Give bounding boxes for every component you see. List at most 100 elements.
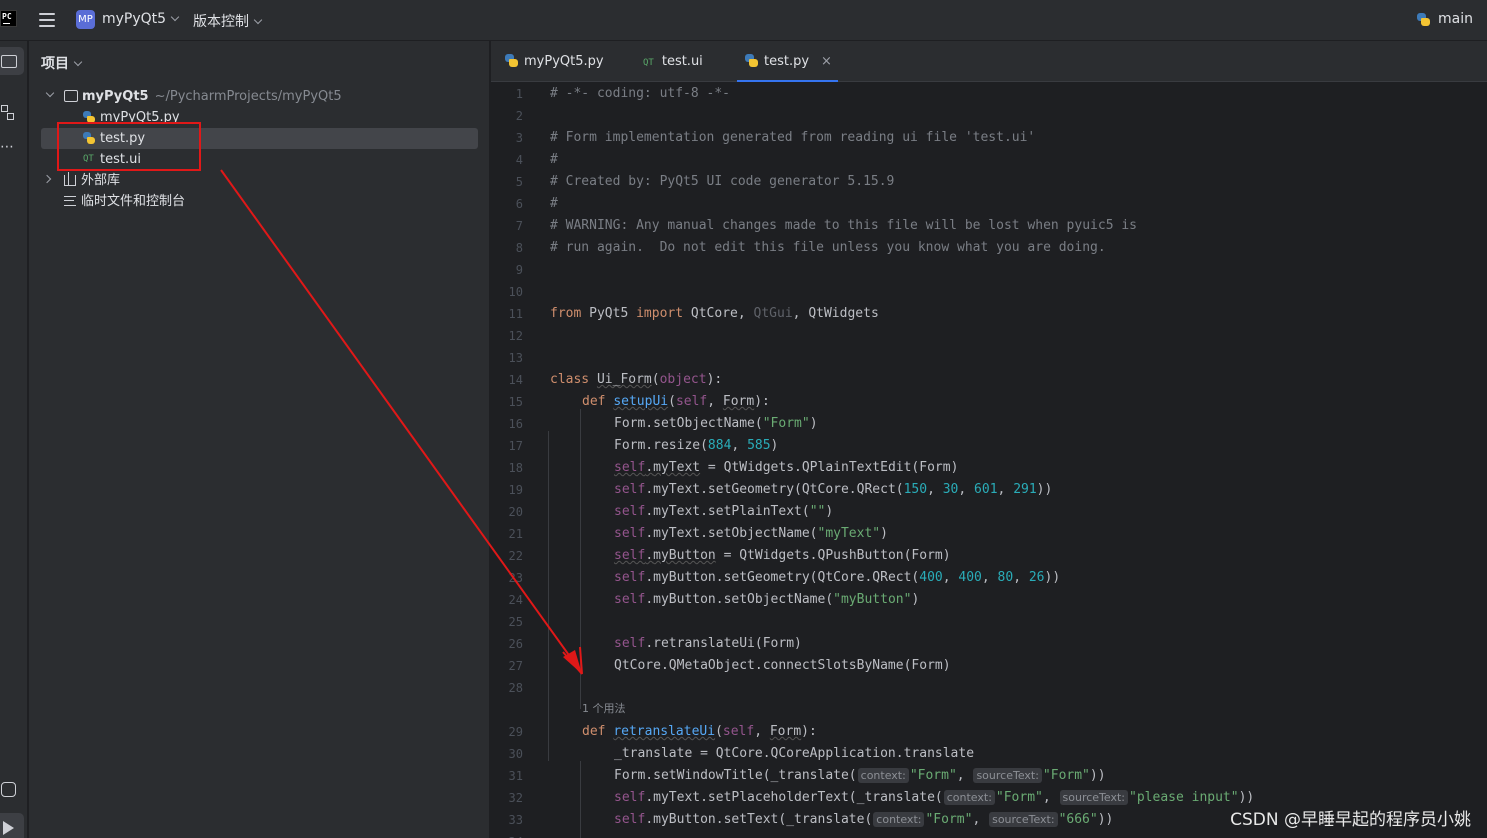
code-token: Form.resize( — [614, 438, 708, 453]
project-badge[interactable]: MP — [76, 10, 95, 29]
code-line-18[interactable]: self.myText = QtWidgets.QPlainTextEdit(F… — [614, 457, 958, 479]
python-console-icon[interactable] — [0, 776, 24, 804]
param-hint: context: — [943, 790, 995, 805]
string-literal: "666" — [1058, 812, 1098, 827]
project-switcher[interactable]: myPyQt5 — [102, 11, 180, 27]
string-literal: "Form" — [909, 768, 957, 783]
number-literal: 601 — [974, 482, 998, 497]
close-icon[interactable]: × — [821, 54, 832, 69]
code-token: , — [1042, 790, 1059, 805]
line-number: 22 — [508, 549, 523, 563]
code-line-1[interactable]: # -*- coding: utf-8 -*- — [550, 83, 730, 105]
tab-test-ui[interactable]: QT test.ui — [643, 41, 703, 82]
vcs-menu-label: 版本控制 — [193, 14, 249, 30]
line-number: 32 — [508, 791, 523, 805]
line-number: 8 — [515, 241, 523, 255]
code-line-4[interactable]: # — [550, 149, 558, 171]
run-icon[interactable] — [0, 813, 24, 838]
line-number: 24 — [508, 593, 523, 607]
code-line-8[interactable]: # run again. Do not edit this file unles… — [550, 237, 1106, 259]
line-number: 15 — [508, 395, 523, 409]
line-number: 30 — [508, 747, 523, 761]
code-line-16[interactable]: Form.setObjectName("Form") — [614, 413, 818, 435]
code-line-3[interactable]: # Form implementation generated from rea… — [550, 127, 1035, 149]
code-token: . — [645, 548, 654, 563]
code-line-23[interactable]: self.myButton.setGeometry(QtCore.QRect(4… — [614, 567, 1060, 589]
code-line-15[interactable]: def setupUi(self, Form): — [582, 391, 770, 413]
code-line-31[interactable]: Form.setWindowTitle(_translate(context: "… — [614, 765, 1106, 787]
number-literal: 150 — [903, 482, 928, 497]
line-number: 9 — [515, 263, 523, 277]
code-line-7[interactable]: # WARNING: Any manual changes made to th… — [550, 215, 1137, 237]
code-token: QtCore, — [683, 306, 754, 321]
project-folder-icon[interactable] — [0, 47, 24, 75]
self-keyword: self — [614, 790, 646, 805]
code-token: .retranslateUi(Form) — [645, 636, 802, 651]
code-token: PyQt5 — [581, 306, 637, 321]
more-icon[interactable]: ⋯ — [0, 139, 24, 167]
structure-icon[interactable] — [0, 99, 24, 127]
project-panel-title[interactable]: 项目 — [41, 53, 83, 73]
line-number: 6 — [515, 197, 523, 211]
main-menu-icon[interactable] — [39, 13, 55, 27]
tree-item-scratches[interactable]: 临时文件和控制台 — [41, 191, 478, 212]
self-keyword: self — [614, 570, 646, 585]
code-token: .myText.setObjectName( — [645, 526, 818, 541]
code-token: .myButton.setGeometry(QtCore.QRect( — [645, 570, 920, 585]
pycharm-logo-icon[interactable]: PC — [0, 10, 17, 27]
code-token: Form.setWindowTitle(_translate( — [614, 768, 857, 783]
code-line-24[interactable]: self.myButton.setObjectName("myButton") — [614, 589, 919, 611]
line-number: 13 — [508, 351, 523, 365]
string-literal: "Form" — [995, 790, 1043, 805]
tree-root-folder[interactable]: myPyQt5 ~/PycharmProjects/myPyQt5 — [41, 86, 478, 107]
code-line-32[interactable]: self.myText.setPlaceholderText(_translat… — [614, 787, 1254, 809]
code-line-26[interactable]: self.retranslateUi(Form) — [614, 633, 802, 655]
line-number: 34 — [509, 831, 523, 838]
tree-item-external-libraries[interactable]: 外部库 — [41, 170, 478, 191]
code-line-29[interactable]: def retranslateUi(self, Form): — [582, 721, 817, 743]
scratches-label: 临时文件和控制台 — [81, 194, 186, 209]
keyword: class — [550, 372, 590, 387]
qt-file-icon: QT — [643, 58, 654, 68]
usages-hint[interactable]: 1 个用法 — [582, 698, 626, 720]
self-keyword: self — [614, 592, 646, 607]
code-token: )) — [1036, 482, 1053, 497]
code-line-14[interactable]: class Ui_Form(object): — [550, 369, 722, 391]
param-hint: sourceText: — [989, 812, 1058, 827]
self-keyword: self — [675, 394, 708, 409]
line-number: 7 — [515, 219, 523, 233]
python-file-icon — [745, 54, 758, 67]
code-token: .myButton.setText(_translate( — [645, 812, 873, 827]
code-line-5[interactable]: # Created by: PyQt5 UI code generator 5.… — [550, 171, 894, 193]
self-keyword: self — [614, 482, 646, 497]
code-line-11[interactable]: from PyQt5 import QtCore, QtGui, QtWidge… — [550, 303, 879, 325]
code-token: )) — [1097, 812, 1114, 827]
self-keyword: self — [722, 724, 755, 739]
keyword: def — [582, 394, 606, 409]
indent-guide — [580, 761, 581, 838]
code-token: ) — [770, 438, 779, 453]
code-line-30[interactable]: _translate = QtCore.QCoreApplication.tra… — [614, 743, 974, 765]
chevron-down-icon[interactable] — [45, 88, 55, 98]
vcs-menu[interactable]: 版本控制 — [193, 11, 263, 31]
code-line-19[interactable]: self.myText.setGeometry(QtCore.QRect(150… — [614, 479, 1052, 501]
python-file-icon — [505, 54, 518, 67]
tab-mypyqt5-py[interactable]: myPyQt5.py — [505, 41, 604, 82]
attribute: myButton — [653, 548, 716, 563]
chevron-right-icon[interactable] — [42, 174, 52, 184]
code-line-17[interactable]: Form.resize(884, 585) — [614, 435, 778, 457]
code-line-21[interactable]: self.myText.setObjectName("myText") — [614, 523, 888, 545]
tab-test-py[interactable]: test.py × — [737, 41, 838, 82]
code-token: ) — [911, 592, 920, 607]
indent-guide — [548, 431, 549, 761]
code-line-33[interactable]: self.myButton.setText(_translate(context… — [614, 809, 1113, 831]
line-number: 29 — [508, 725, 523, 739]
run-config-selector[interactable]: main — [1417, 11, 1473, 27]
code-line-27[interactable]: QtCore.QMetaObject.connectSlotsByName(Fo… — [614, 655, 951, 677]
string-literal: "Form" — [762, 416, 810, 431]
code-line-6[interactable]: # — [550, 193, 558, 215]
code-line-22[interactable]: self.myButton = QtWidgets.QPushButton(Fo… — [614, 545, 951, 567]
self-keyword: self — [614, 548, 646, 563]
code-token: .myText.setGeometry(QtCore.QRect( — [645, 482, 904, 497]
code-line-20[interactable]: self.myText.setPlainText("") — [614, 501, 833, 523]
